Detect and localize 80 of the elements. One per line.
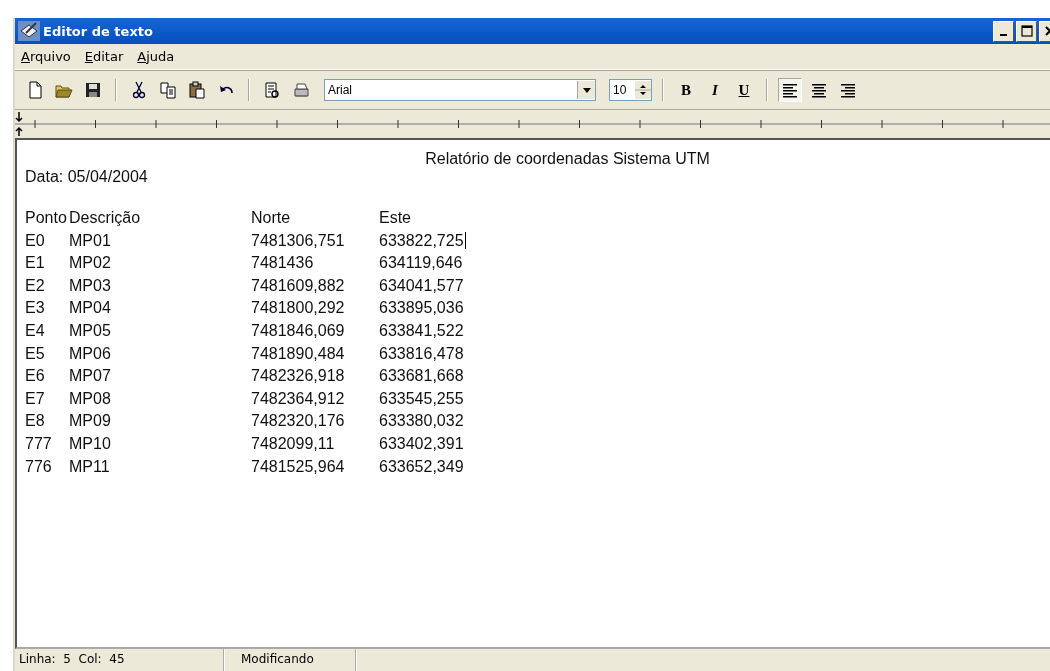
table-cell: 7481800,292 — [251, 298, 345, 319]
table-cell-text: MP01 — [69, 230, 111, 251]
table-cell: E1 — [25, 253, 45, 274]
table-cell: 7482320,176 — [251, 411, 345, 432]
column-header: Este — [379, 208, 412, 228]
menu-item[interactable]: Editar — [84, 49, 124, 64]
table-cell: MP04 — [69, 298, 111, 319]
align-center-icon — [810, 81, 828, 99]
column-header: Descrição — [69, 208, 142, 228]
table-cell-text: 634041,577 — [379, 275, 464, 296]
maximize-icon — [1020, 25, 1033, 37]
cursor-position: Linha: 5 Col: 45 — [15, 649, 225, 671]
maximize-button[interactable] — [1016, 20, 1037, 42]
table-cell-text: MP11 — [69, 456, 110, 477]
column-header: Ponto — [25, 208, 68, 228]
window-title: Editor de texto — [43, 23, 153, 39]
menu-item[interactable]: Arquivo — [21, 49, 71, 64]
printer-icon — [292, 81, 310, 99]
table-cell-text: E0 — [25, 230, 45, 251]
table-cell: E6 — [25, 366, 45, 387]
italic-button[interactable]: I — [703, 78, 727, 102]
table-cell: 633380,032 — [379, 411, 464, 432]
minimize-button[interactable] — [993, 20, 1014, 42]
table-cell-text: 7481525,964 — [251, 456, 345, 477]
table-cell-text: 7481306,751 — [251, 230, 345, 251]
table-cell: 7481436 — [251, 253, 314, 274]
table-cell: MP02 — [69, 253, 111, 274]
table-cell: 634119,646 — [379, 253, 463, 274]
table-cell-text: 7481609,882 — [251, 275, 345, 296]
cut-icon — [130, 81, 148, 99]
table-cell: 633895,036 — [379, 298, 464, 319]
table-cell-text: 633841,522 — [379, 320, 464, 341]
align-left-icon — [781, 81, 799, 99]
table-cell-text: MP08 — [69, 388, 111, 409]
table-cell: 7482326,918 — [251, 366, 345, 387]
print-preview-icon — [263, 81, 281, 99]
align-right-icon — [839, 81, 857, 99]
table-cell-text: 7482099,11 — [251, 433, 335, 454]
font-size-spinner[interactable]: 10 — [609, 79, 652, 101]
table-cell-text: MP05 — [69, 320, 111, 341]
text-cursor — [464, 232, 466, 250]
table-cell-text: 777 — [25, 433, 52, 454]
table-cell-text: MP03 — [69, 275, 111, 296]
align-left-button[interactable] — [778, 78, 802, 102]
table-cell-text: 7482364,912 — [251, 388, 345, 409]
column-header: Norte — [251, 208, 292, 228]
underline-button[interactable]: U — [732, 78, 756, 102]
font-dropdown[interactable]: Arial — [324, 79, 596, 101]
app-icon — [18, 21, 40, 41]
table-cell: E3 — [25, 298, 45, 319]
dropdown-arrow-icon — [582, 87, 591, 93]
table-cell-text: 633652,349 — [379, 456, 464, 477]
table-cell-text: 633816,478 — [379, 343, 464, 364]
table-cell-text: MP06 — [69, 343, 111, 364]
table-cell-text: 633545,255 — [379, 388, 464, 409]
edit-mode: Modificando — [225, 649, 357, 671]
bold-button[interactable]: B — [674, 78, 698, 102]
table-cell-text: E5 — [25, 343, 45, 364]
new-document-icon — [26, 81, 44, 99]
paste-icon — [188, 81, 206, 99]
report-date: Data: 05/04/2004 — [25, 168, 149, 186]
table-cell-text: 776 — [25, 456, 52, 477]
menu-item[interactable]: Ajuda — [137, 49, 175, 64]
table-cell: 633681,668 — [379, 366, 464, 387]
table-cell: E8 — [25, 411, 45, 432]
document-area[interactable] — [15, 138, 1050, 649]
table-cell-text: 633402,391 — [379, 433, 464, 454]
table-cell-text: E4 — [25, 320, 45, 341]
table-cell-text: MP10 — [69, 433, 111, 454]
copy-icon — [159, 81, 177, 99]
table-cell: MP07 — [69, 366, 111, 387]
report-title: Relatório de coordenadas Sistema UTM — [425, 150, 710, 168]
table-cell-text: E2 — [25, 275, 45, 296]
table-cell: MP09 — [69, 411, 111, 432]
table-cell-text: 7481890,484 — [251, 343, 345, 364]
table-cell-text: 7481846,069 — [251, 320, 345, 341]
table-cell-text: 633822,725 — [379, 230, 464, 251]
table-cell-text: E7 — [25, 388, 45, 409]
minimize-icon — [1000, 34, 1007, 36]
save-icon — [84, 81, 102, 99]
